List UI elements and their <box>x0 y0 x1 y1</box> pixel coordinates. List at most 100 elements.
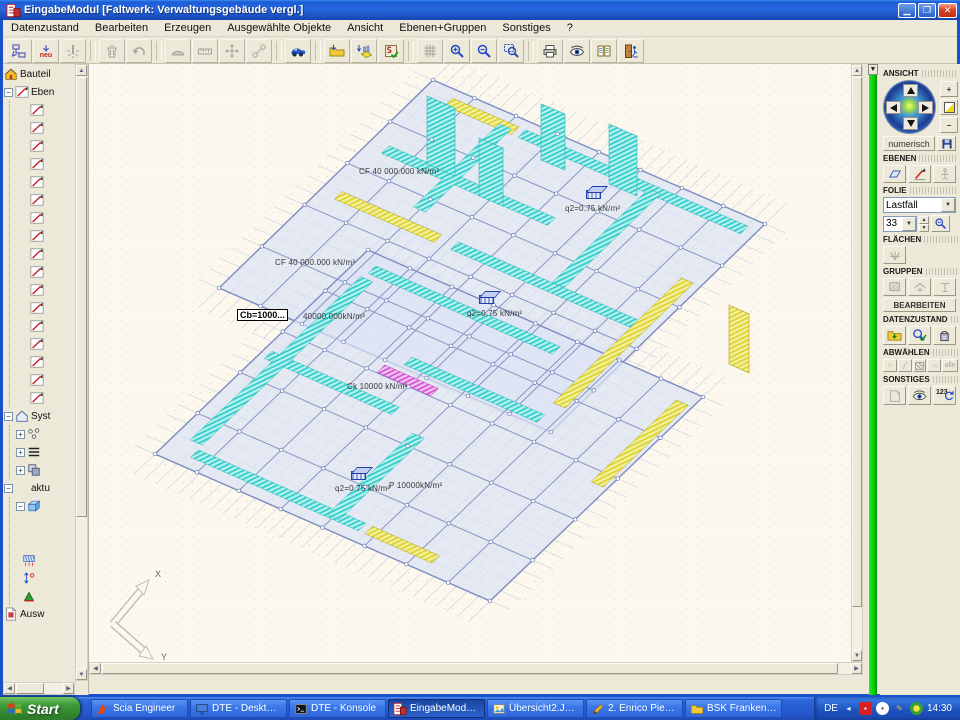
zoom-window-button[interactable] <box>498 39 524 63</box>
spin-down-icon[interactable]: ▼ <box>919 224 929 232</box>
menu-sonstiges[interactable]: Sonstiges <box>494 21 558 35</box>
expander-minus-icon[interactable]: − <box>16 502 25 511</box>
area-tool-button[interactable] <box>883 246 906 264</box>
tree-item-ebene[interactable] <box>16 137 74 155</box>
zoom-plus-button[interactable]: + <box>940 81 958 97</box>
task-uebersicht-jpg[interactable]: Übersicht2.JPG... <box>487 699 584 718</box>
minimize-button[interactable]: ▁ <box>898 3 916 18</box>
tree-item-ebene[interactable] <box>16 245 74 263</box>
tree-item-ebene[interactable] <box>16 281 74 299</box>
tree-item-ebenen[interactable]: −Eben <box>4 83 74 101</box>
model-canvas[interactable]: CF 40 000.000 kN/m³ q2=0.75 kN/m² CF 40 … <box>89 64 851 662</box>
save-view-button[interactable] <box>937 136 956 151</box>
zoom-minus-button[interactable]: − <box>940 117 958 133</box>
tree-item-ebene[interactable] <box>16 119 74 137</box>
canvas-horizontal-scrollbar[interactable]: ◀ ▶ <box>89 662 863 675</box>
dataflow-button[interactable] <box>6 39 32 63</box>
tree-item-auswertung[interactable]: Ausw <box>4 605 74 623</box>
grid-import-button[interactable] <box>351 39 377 63</box>
node-tool-button[interactable] <box>933 165 956 183</box>
tray-app-icon[interactable]: ▪ <box>859 702 872 715</box>
tree-item-knotenlast[interactable] <box>16 569 74 587</box>
rotate-down-icon[interactable] <box>903 117 918 130</box>
tree-item-ebene[interactable] <box>16 209 74 227</box>
tray-chevron-icon[interactable]: ◂ <box>842 702 855 715</box>
shade-toggle-button[interactable] <box>940 99 958 115</box>
tree-item-ebene[interactable] <box>16 317 74 335</box>
view-navigation-pad[interactable] <box>883 80 936 134</box>
tree-item-ebene[interactable] <box>16 101 74 119</box>
menu-bearbeiten[interactable]: Bearbeiten <box>87 21 156 35</box>
menu-ausgewaehlte-objekte[interactable]: Ausgewählte Objekte <box>219 21 339 35</box>
panel-splitter-strip[interactable] <box>869 64 877 695</box>
scroll-up-icon[interactable]: ▲ <box>76 65 87 76</box>
tray-pencil-icon[interactable]: ✎ <box>893 702 906 715</box>
tree-item-ebene[interactable] <box>16 173 74 191</box>
preview-button[interactable] <box>564 39 590 63</box>
restore-button[interactable]: ❐ <box>918 3 936 18</box>
task-enrico[interactable]: 2. Enrico Piera... <box>586 699 683 718</box>
tree-item-ebene[interactable] <box>16 263 74 281</box>
tree-item-ebene[interactable] <box>16 371 74 389</box>
print-button[interactable] <box>537 39 563 63</box>
tree-item-auflager[interactable] <box>16 587 74 605</box>
drive-button[interactable] <box>285 39 311 63</box>
exit-button[interactable] <box>618 39 644 63</box>
canvas-vertical-scrollbar[interactable]: ▲ ▼ <box>851 64 863 662</box>
tree-item-bauteil[interactable]: Bauteil <box>4 65 74 83</box>
folie-spinner[interactable]: ▲▼ <box>919 216 929 232</box>
undo-button[interactable] <box>126 39 152 63</box>
menu-erzeugen[interactable]: Erzeugen <box>156 21 219 35</box>
group-roof-button[interactable] <box>908 278 931 296</box>
spin-up-icon[interactable]: ▲ <box>919 216 929 224</box>
renumber-button[interactable]: 123 <box>933 386 956 405</box>
menu-hilfe[interactable]: ? <box>559 21 581 35</box>
apply-data-button[interactable] <box>933 326 956 345</box>
expander-minus-icon[interactable]: − <box>4 88 13 97</box>
deselect-lines-button[interactable]: ╱ <box>898 359 912 372</box>
tree-item-flaechenlast[interactable] <box>16 551 74 569</box>
splitter-pin-icon[interactable]: ▼ <box>868 64 878 75</box>
norm-check-button[interactable] <box>378 39 404 63</box>
plane-view-button[interactable] <box>883 165 906 183</box>
canvas-hscroll-thumb[interactable] <box>102 663 838 674</box>
new-button[interactable]: neu <box>33 39 59 63</box>
tree-item-ebene[interactable] <box>16 299 74 317</box>
task-eingabemodul[interactable]: EingabeModul ... <box>388 699 485 718</box>
folie-number-select[interactable]: 33▼ <box>883 216 917 232</box>
task-scia-engineer[interactable]: Scia Engineer <box>91 699 188 718</box>
scroll-left-icon[interactable]: ◀ <box>4 683 15 694</box>
canvas-vscroll-thumb[interactable] <box>852 77 862 607</box>
scroll-down-icon[interactable]: ▼ <box>76 669 87 680</box>
new-page-button[interactable] <box>883 386 906 405</box>
connect-button[interactable] <box>246 39 272 63</box>
expander-plus-icon[interactable]: + <box>16 448 25 457</box>
group-area-button[interactable] <box>883 278 906 296</box>
preview-button-panel[interactable] <box>908 386 931 405</box>
tree-hscroll-thumb[interactable] <box>16 683 44 694</box>
tree-item-flaechen[interactable]: + <box>16 461 74 479</box>
task-dte-desktop[interactable]: DTE - Desktop... <box>190 699 287 718</box>
menu-ebenen-gruppen[interactable]: Ebenen+Gruppen <box>391 21 494 35</box>
numerisch-button[interactable]: numerisch <box>883 136 935 151</box>
deselect-areas-button[interactable] <box>913 359 927 372</box>
tree-item-aktuell[interactable]: −aktu <box>4 479 74 497</box>
raster-button[interactable] <box>417 39 443 63</box>
tree-item-ebene[interactable] <box>16 227 74 245</box>
scroll-up-icon[interactable]: ▲ <box>852 65 862 76</box>
tree-item-linien[interactable]: + <box>16 443 74 461</box>
start-button[interactable]: Start <box>0 697 80 720</box>
tree-item-ebene[interactable] <box>16 191 74 209</box>
zoom-out-button[interactable] <box>471 39 497 63</box>
tree-horizontal-scrollbar[interactable]: ◀ ▶ <box>3 682 75 695</box>
scroll-left-icon[interactable]: ◀ <box>90 663 101 674</box>
ruler-button[interactable] <box>192 39 218 63</box>
deselect-nodes-button[interactable]: ○ <box>883 359 897 372</box>
dropdown-arrow-icon[interactable]: ▼ <box>941 198 955 212</box>
compare-pages-button[interactable] <box>591 39 617 63</box>
tree-vertical-scrollbar[interactable]: ▲ ▼ <box>75 64 88 681</box>
close-button[interactable]: ✕ <box>938 3 957 18</box>
tree-item-ebene[interactable] <box>16 353 74 371</box>
task-bsk-frankenthal[interactable]: BSK Frankenthal <box>685 699 782 718</box>
tray-badge-icon[interactable] <box>910 702 923 715</box>
